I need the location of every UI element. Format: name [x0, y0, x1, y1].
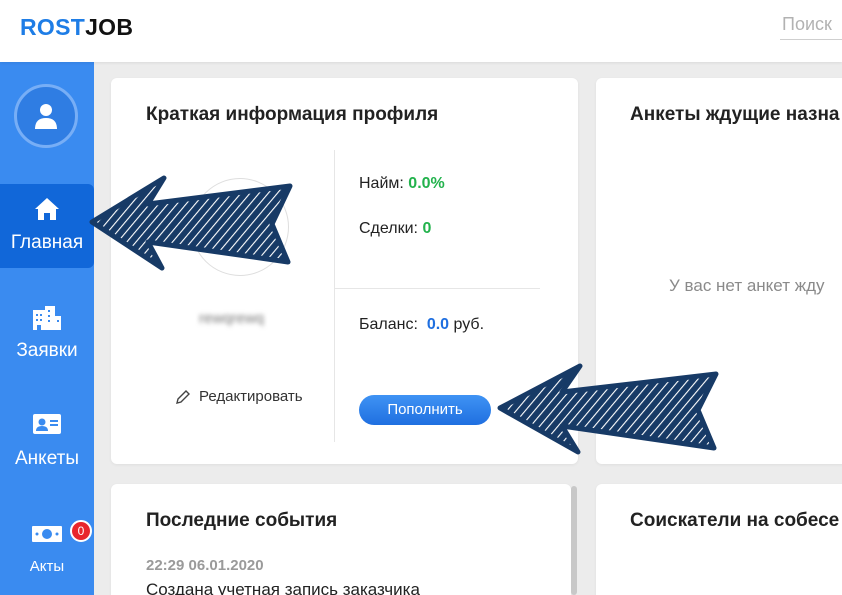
card-title: Анкеты ждущие назна — [630, 104, 840, 125]
hire-label: Найм: — [359, 175, 404, 192]
id-card-icon — [33, 414, 61, 434]
sidebar-item-label: Главная — [10, 232, 84, 253]
user-icon — [35, 104, 57, 129]
sidebar-item-requests[interactable]: Заявки — [0, 292, 94, 376]
deals-stat: Сделки: 0 — [359, 220, 431, 238]
edit-label: Редактировать — [199, 388, 303, 405]
card-title: Последние события — [146, 510, 338, 531]
empty-state-text: У вас нет анкет жду — [669, 276, 825, 295]
sidebar-item-profiles[interactable]: Анкеты — [0, 400, 94, 484]
logo[interactable]: ROSTJOB — [20, 14, 133, 41]
sidebar-item-acts[interactable]: 0 Акты — [0, 508, 94, 592]
sidebar-item-label: Заявки — [16, 340, 78, 361]
card-title: Краткая информация профиля — [146, 104, 439, 125]
buildings-icon — [33, 306, 61, 330]
notification-badge: 0 — [70, 520, 92, 542]
edit-profile-link[interactable]: Редактировать — [175, 388, 303, 405]
pencil-icon — [176, 389, 190, 404]
logo-part-rost: ROST — [20, 14, 86, 40]
sidebar-item-label: Акты — [29, 558, 65, 575]
topup-button[interactable]: Пополнить — [359, 395, 491, 425]
balance-stat: Баланс: 0.0 руб. — [359, 316, 484, 334]
interview-candidates-card: Соискатели на собесе — [596, 484, 842, 595]
event-time: 22:29 06.01.2020 — [146, 557, 264, 574]
deals-label: Сделки: — [359, 220, 418, 237]
recent-events-card: Последние события 22:29 06.01.2020 Созда… — [111, 484, 571, 595]
scrollbar[interactable] — [571, 486, 577, 595]
profile-photo[interactable] — [191, 178, 289, 276]
balance-unit: руб. — [453, 316, 485, 333]
sidebar-item-label: Анкеты — [15, 448, 79, 469]
money-icon — [32, 526, 62, 542]
event-text: Создана учетная запись заказчика — [146, 580, 420, 595]
username: rewqrewq — [199, 310, 265, 327]
card-title: Соискатели на собесе — [630, 510, 840, 531]
search-input[interactable]: Поиск — [780, 14, 842, 40]
home-icon — [35, 198, 59, 220]
balance-value: 0.0 — [426, 316, 450, 333]
top-bar: ROSTJOB Поиск — [0, 0, 842, 62]
profile-summary-card: Краткая информация профиля rewqrewq Реда… — [111, 78, 578, 464]
balance-label: Баланс: — [359, 316, 418, 333]
divider — [334, 150, 335, 442]
hire-stat: Найм: 0.0% — [359, 175, 445, 193]
logo-part-job: JOB — [85, 14, 134, 40]
sidebar: Главная Заявки Анкеты 0 Акты — [0, 62, 94, 595]
deals-value: 0 — [422, 220, 432, 237]
pending-profiles-card: Анкеты ждущие назна У вас нет анкет жду — [596, 78, 842, 464]
avatar[interactable] — [14, 84, 78, 148]
hire-value: 0.0% — [408, 175, 445, 192]
sidebar-item-home[interactable]: Главная — [0, 184, 94, 268]
divider — [335, 288, 540, 289]
